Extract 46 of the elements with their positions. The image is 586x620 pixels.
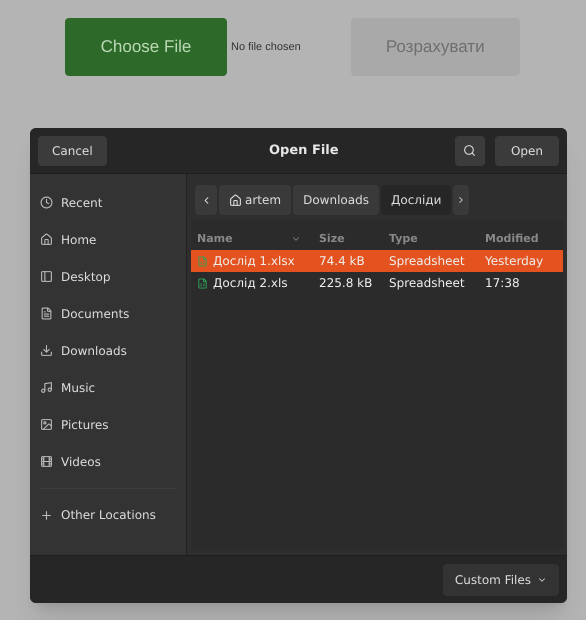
file-modified: Yesterday [484,253,544,270]
film-icon [40,455,53,468]
sidebar-item[interactable]: Desktop [40,268,110,286]
spreadsheet-icon [197,256,208,266]
plus-icon [40,508,53,522]
file-name: Дослід 1.xlsx [213,253,295,270]
sidebar-item[interactable]: Downloads [40,342,127,360]
dialog-title: Open File [268,142,340,160]
sidebar-item[interactable]: Documents [40,304,130,322]
column-header[interactable]: Size [319,230,345,248]
file-name: Дослід 2.xls [213,275,288,292]
column-header[interactable]: Name [197,230,233,248]
file-modified: 17:38 [484,275,521,292]
file-row[interactable]: Дослід 2.xls 225.8 kB Spreadsheet 17:38 [191,272,563,294]
path-button[interactable]: Downloads [293,185,379,215]
picture-icon [40,418,53,431]
column-header[interactable]: Modified [485,230,539,248]
cancel-button[interactable]: Cancel [38,136,107,166]
path-button[interactable]: Досліди [380,185,452,215]
forward-button[interactable] [453,185,470,215]
column-header[interactable]: Type [389,230,418,248]
sidebar-item[interactable]: Music [40,378,96,396]
choose-file-button[interactable]: Choose File [65,18,227,76]
sidebar-item[interactable]: Home [40,230,96,248]
sidebar-item[interactable]: Other Locations [40,506,156,524]
back-button[interactable] [195,185,217,215]
open-button[interactable]: Open [494,136,559,166]
file-size: 74.4 kB [318,253,366,270]
file-type: Spreadsheet [388,275,466,292]
document-icon [40,307,53,320]
clock-icon [40,196,53,209]
sidebar-item[interactable]: Videos [40,452,101,470]
home-icon [40,233,53,246]
spreadsheet-icon [197,278,208,288]
download-icon [40,344,53,357]
path-button[interactable]: artem [219,185,292,215]
search-button[interactable] [454,136,485,166]
file-status: No file chosen [231,40,301,55]
file-type: Spreadsheet [388,253,466,270]
sidebar-item[interactable]: Recent [40,194,102,212]
filter-dropdown[interactable]: Custom Files [442,564,559,596]
search-icon [463,144,476,157]
sidebar-item[interactable]: Pictures [40,416,109,434]
file-size: 225.8 kB [318,275,374,292]
music-icon [40,381,53,394]
desktop-icon [40,270,53,283]
